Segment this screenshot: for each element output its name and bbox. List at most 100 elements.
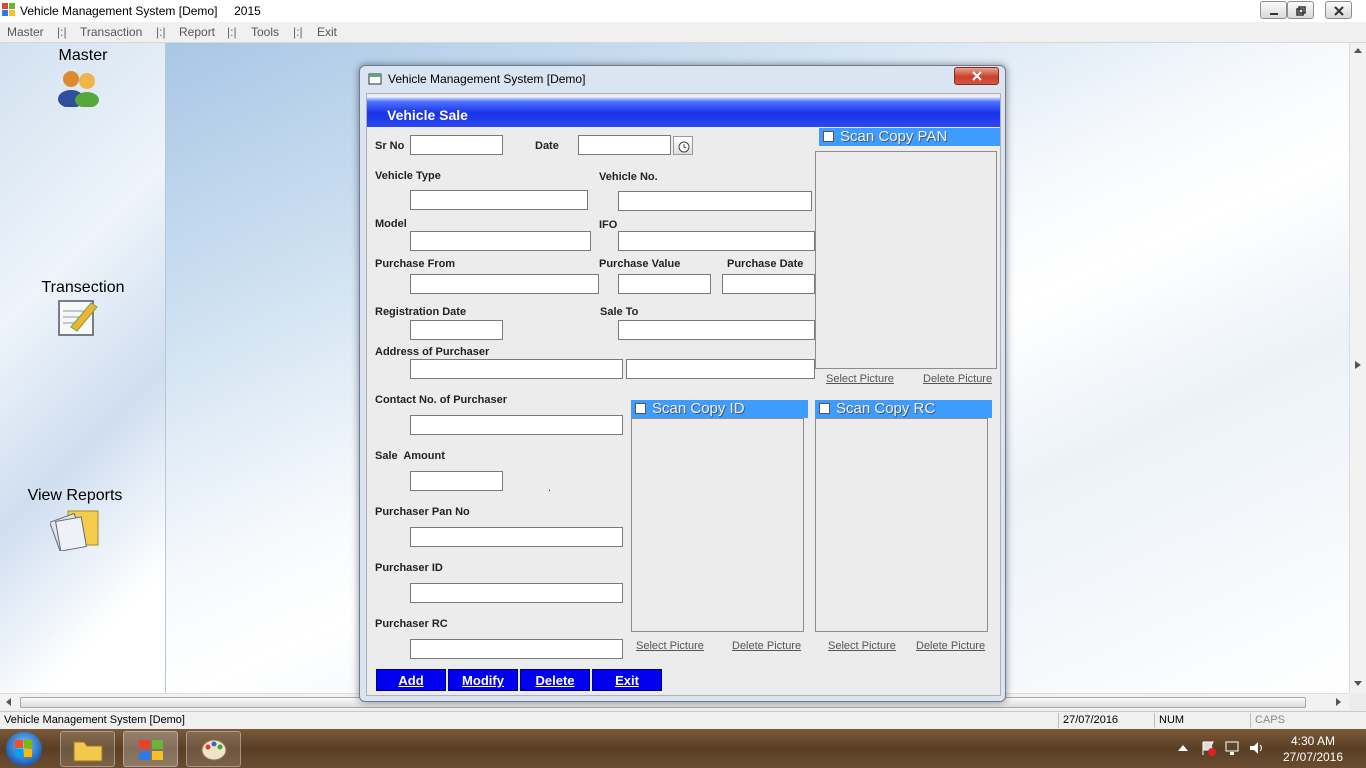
purchaser-id-label: Purchaser ID — [375, 562, 443, 574]
pan-select-picture-link[interactable]: Select Picture — [826, 373, 894, 385]
purchaser-id-field[interactable] — [410, 583, 623, 603]
purchase-from-label: Purchase From — [375, 258, 456, 270]
menu-master[interactable]: Master — [7, 25, 44, 39]
calendar-clock-icon — [678, 141, 690, 153]
window-title: Vehicle Management System [Demo] 2015 — [20, 4, 261, 18]
dialog-body: Vehicle Sale Sr No Date Vehicle Type Veh… — [366, 93, 1001, 696]
window-icon — [368, 73, 382, 85]
contact-label: Contact No. of Purchaser — [375, 394, 508, 406]
scroll-down-icon — [1354, 681, 1362, 686]
scan-copy-id-checkbox[interactable] — [635, 403, 646, 414]
reports-folder-icon — [50, 510, 99, 551]
purchaser-rc-field[interactable] — [410, 639, 623, 659]
close-window-button[interactable] — [1325, 1, 1352, 19]
scan-copy-pan-checkbox[interactable] — [823, 131, 834, 142]
registration-date-field[interactable] — [410, 320, 503, 340]
clock-date: 27/07/2016 — [1282, 750, 1344, 764]
id-delete-picture-link[interactable]: Delete Picture — [732, 640, 801, 652]
date-field[interactable] — [578, 135, 671, 155]
add-button[interactable]: Add — [376, 669, 446, 691]
vertical-scrollbar[interactable] — [1349, 43, 1366, 693]
dialog-title: Vehicle Management System [Demo] — [388, 72, 586, 86]
volume-icon[interactable] — [1248, 740, 1264, 756]
folder-icon — [73, 741, 103, 762]
menu-separator: |:| — [57, 25, 67, 39]
purchase-value-field[interactable] — [618, 274, 711, 294]
status-num: NUM — [1154, 713, 1251, 728]
pan-no-field[interactable] — [410, 527, 623, 547]
menu-bar: Master |:| Transaction |:| Report |:| To… — [0, 22, 1366, 43]
restore-button[interactable] — [1287, 1, 1314, 19]
menu-tools[interactable]: Tools — [251, 25, 279, 39]
scan-copy-rc-label: Scan Copy RC — [836, 400, 936, 417]
purchase-date-field[interactable] — [722, 274, 815, 294]
pan-delete-picture-link[interactable]: Delete Picture — [923, 373, 992, 385]
start-button[interactable] — [6, 732, 42, 766]
menu-separator: |:| — [293, 25, 303, 39]
id-select-picture-link[interactable]: Select Picture — [636, 640, 704, 652]
sidebar-item-label: View Reports — [27, 487, 123, 504]
minimize-button[interactable] — [1260, 1, 1287, 19]
dialog-close-button[interactable] — [954, 67, 999, 85]
sr-no-label: Sr No — [375, 140, 405, 152]
scroll-left-icon — [6, 698, 11, 706]
rc-delete-picture-link[interactable]: Delete Picture — [916, 640, 985, 652]
scan-copy-rc-header: Scan Copy RC — [815, 400, 992, 418]
contact-field[interactable] — [410, 415, 623, 435]
clock-time: 4:30 AM — [1290, 734, 1336, 748]
vehicle-no-label: Vehicle No. — [599, 171, 658, 183]
sale-amount-label: Sale Amount — [375, 450, 445, 462]
sr-no-field[interactable] — [410, 135, 503, 155]
sale-to-field[interactable] — [618, 320, 815, 340]
scan-copy-rc-checkbox[interactable] — [819, 403, 830, 414]
vehicle-sale-dialog: Vehicle Management System [Demo] Vehicle… — [359, 65, 1006, 702]
date-picker-button[interactable] — [673, 136, 693, 155]
vehicle-no-field[interactable] — [618, 191, 812, 211]
rc-select-picture-link[interactable]: Select Picture — [828, 640, 896, 652]
exit-button[interactable]: Exit — [592, 669, 662, 691]
taskbar-paint[interactable] — [186, 731, 241, 767]
address-label: Address of Purchaser — [375, 346, 490, 358]
modify-button[interactable]: Modify — [448, 669, 518, 691]
windows-logo-icon — [15, 740, 32, 757]
ifo-label: IFO — [599, 219, 618, 231]
ifo-field[interactable] — [618, 231, 815, 251]
taskbar-clock[interactable]: 4:30 AM 27/07/2016 — [1268, 733, 1358, 765]
model-field[interactable] — [410, 231, 591, 251]
network-icon[interactable] — [1224, 740, 1240, 756]
scan-copy-pan-picture — [815, 151, 997, 369]
window-title-bar: Vehicle Management System [Demo] 2015 — [0, 0, 1366, 23]
status-bar: Vehicle Management System [Demo] 27/07/2… — [0, 711, 1366, 729]
status-app-name: Vehicle Management System [Demo] — [4, 714, 185, 726]
status-date: 27/07/2016 — [1058, 713, 1155, 728]
scroll-up-icon — [1354, 48, 1362, 53]
notepad-pen-icon — [58, 300, 98, 336]
sidebar-item-transection[interactable]: Transection — [0, 279, 166, 349]
sidebar: Master Transection View Reports — [0, 43, 166, 693]
purchaser-rc-label: Purchaser RC — [375, 618, 448, 630]
vehicle-type-field[interactable] — [410, 190, 588, 210]
purchase-date-label: Purchase Date — [727, 258, 804, 270]
taskbar — [0, 729, 1366, 768]
address-field-1[interactable] — [410, 359, 623, 379]
taskbar-vehicle-app[interactable] — [123, 731, 178, 767]
sale-amount-field[interactable] — [410, 471, 503, 491]
sidebar-item-view-reports[interactable]: View Reports — [0, 487, 166, 557]
delete-button[interactable]: Delete — [520, 669, 590, 691]
menu-transaction[interactable]: Transaction — [80, 25, 142, 39]
purchase-value-label: Purchase Value — [599, 258, 681, 270]
menu-exit[interactable]: Exit — [317, 25, 337, 39]
menu-separator: |:| — [156, 25, 166, 39]
palette-icon — [201, 739, 227, 761]
action-center-flag-icon[interactable] — [1200, 740, 1216, 756]
taskbar-explorer[interactable] — [60, 731, 115, 767]
close-icon — [1334, 6, 1344, 16]
scan-copy-rc-picture — [815, 418, 988, 632]
sidebar-item-master[interactable]: Master — [0, 47, 166, 117]
menu-report[interactable]: Report — [179, 25, 215, 39]
scan-copy-id-label: Scan Copy ID — [652, 400, 745, 417]
model-label: Model — [375, 218, 407, 230]
purchase-from-field[interactable] — [410, 274, 599, 294]
address-field-2[interactable] — [626, 359, 815, 379]
show-hidden-icons-icon[interactable] — [1178, 743, 1188, 751]
